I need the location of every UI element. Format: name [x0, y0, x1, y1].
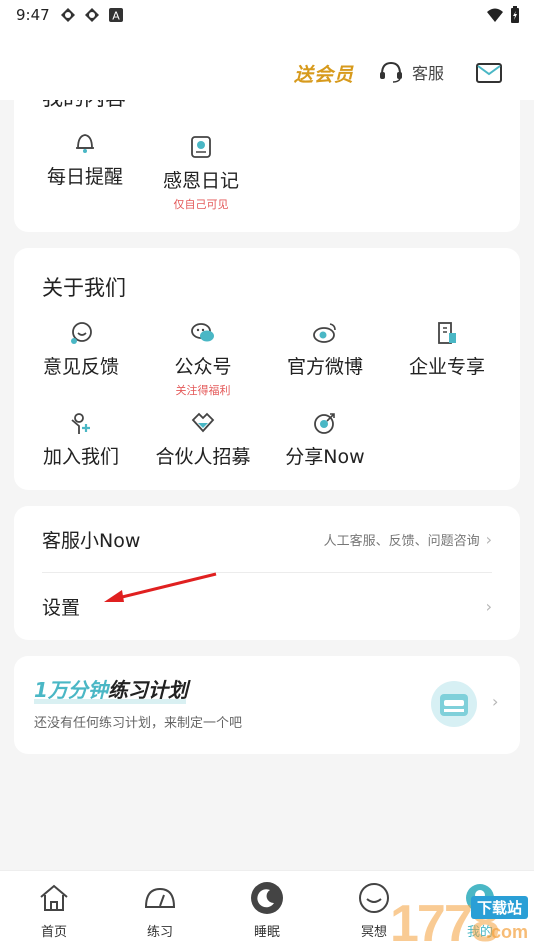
robot-icon [431, 681, 477, 727]
feedback-label: 意见反馈 [42, 356, 119, 378]
settings-label: 设置 [42, 596, 81, 619]
status-bar: 9:47 A [0, 0, 534, 30]
enterprise-icon [438, 322, 456, 344]
red-arrow-annotation [104, 572, 217, 602]
gift-membership-button[interactable]: 送会员 [294, 60, 354, 87]
plan-subtitle: 还没有任何练习计划，来制定一个吧 [34, 716, 243, 731]
customer-service-row-label: 客服小Now [42, 529, 141, 552]
feedback-icon [71, 322, 92, 344]
moon-icon [251, 882, 283, 914]
feedback-item[interactable]: 意见反馈 [26, 320, 136, 379]
share-icon [314, 413, 335, 434]
customer-service-row[interactable]: 客服小Now 人工客服、反馈、问题咨询 › [42, 506, 492, 572]
wechat-account-label: 公众号 [174, 356, 232, 378]
customer-service-label: 客服 [412, 64, 445, 83]
nav-meditation-label: 冥想 [360, 925, 387, 940]
weibo-label: 官方微博 [286, 356, 363, 378]
app-notification-icon [60, 8, 75, 22]
about-us-card: 关于我们 意见反馈 公众号 关注得福利 官方微博 企业专享 加入我们 合伙人招募… [14, 248, 520, 490]
nav-sleep-label: 睡眠 [253, 925, 280, 940]
gratitude-diary-label: 感恩日记 [162, 170, 239, 192]
chevron-right-icon: › [485, 529, 492, 549]
about-us-title: 关于我们 [42, 276, 126, 300]
follow-benefit-note: 关注得福利 [175, 384, 231, 397]
app-notification-icon [84, 8, 99, 22]
svg-text:A: A [112, 10, 120, 23]
weibo-icon [313, 323, 336, 343]
daily-reminder-label: 每日提醒 [46, 166, 123, 188]
service-settings-card: 客服小Now 人工客服、反馈、问题咨询 › 设置 › [14, 506, 520, 640]
app-a-icon: A [108, 8, 123, 23]
join-us-label: 加入我们 [42, 446, 119, 468]
join-icon [71, 413, 90, 434]
bell-icon [76, 134, 94, 153]
practice-plan-card[interactable]: 1万分钟练习计划 还没有任何练习计划，来制定一个吧 › [14, 656, 520, 754]
bottom-navigation: 首页 练习 睡眠 冥想 我的 [0, 870, 534, 950]
weibo-item[interactable]: 官方微博 [270, 320, 380, 379]
nav-sleep[interactable]: 睡眠 [227, 881, 307, 940]
headset-icon [380, 61, 402, 83]
partner-icon [191, 412, 215, 433]
enterprise-item[interactable]: 企业专享 [392, 320, 502, 379]
partner-recruit-item[interactable]: 合伙人招募 [148, 410, 258, 469]
gauge-icon [144, 887, 176, 908]
wechat-icon [191, 323, 214, 342]
wechat-account-item[interactable]: 公众号 关注得福利 [148, 320, 258, 398]
chevron-right-icon: › [492, 692, 499, 711]
meditation-icon [359, 883, 389, 913]
nav-home-label: 首页 [40, 925, 67, 940]
nav-meditation[interactable]: 冥想 [334, 881, 414, 940]
profile-icon [466, 884, 494, 912]
diary-icon [191, 136, 211, 158]
top-header: 送会员 客服 [0, 30, 534, 100]
nav-profile[interactable]: 我的 [440, 881, 520, 940]
nav-practice[interactable]: 练习 [120, 881, 200, 940]
partner-recruit-label: 合伙人招募 [155, 446, 251, 468]
customer-service-hint: 人工客服、反馈、问题咨询 [323, 533, 480, 549]
daily-reminder-item[interactable]: 每日提醒 [30, 130, 140, 189]
enterprise-label: 企业专享 [408, 356, 485, 378]
status-time: 9:47 [16, 6, 50, 24]
customer-service-button[interactable]: 客服 [378, 60, 444, 84]
nav-practice-label: 练习 [146, 925, 173, 940]
join-us-item[interactable]: 加入我们 [26, 410, 136, 469]
home-icon [40, 884, 68, 911]
gratitude-diary-item[interactable]: 感恩日记 仅自己可见 [146, 134, 256, 212]
chevron-right-icon: › [485, 596, 492, 616]
wifi-icon [487, 8, 503, 22]
share-now-item[interactable]: 分享Now [270, 410, 380, 469]
mail-icon[interactable] [476, 63, 502, 83]
share-now-label: 分享Now [285, 446, 365, 468]
battery-icon [511, 6, 519, 23]
private-note: 仅自己可见 [173, 198, 229, 211]
nav-home[interactable]: 首页 [14, 881, 94, 940]
plan-title-underline [34, 699, 186, 704]
nav-profile-label: 我的 [466, 925, 493, 940]
